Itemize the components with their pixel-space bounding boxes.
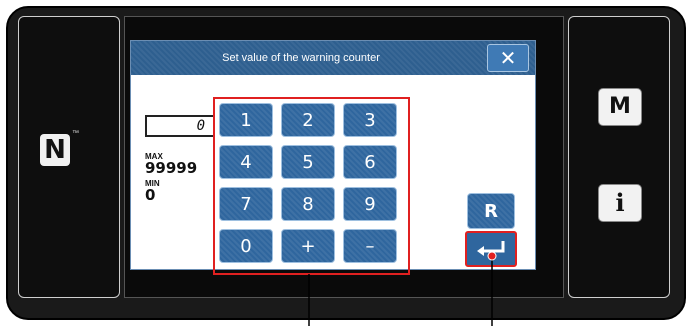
callout-lines — [308, 251, 497, 326]
